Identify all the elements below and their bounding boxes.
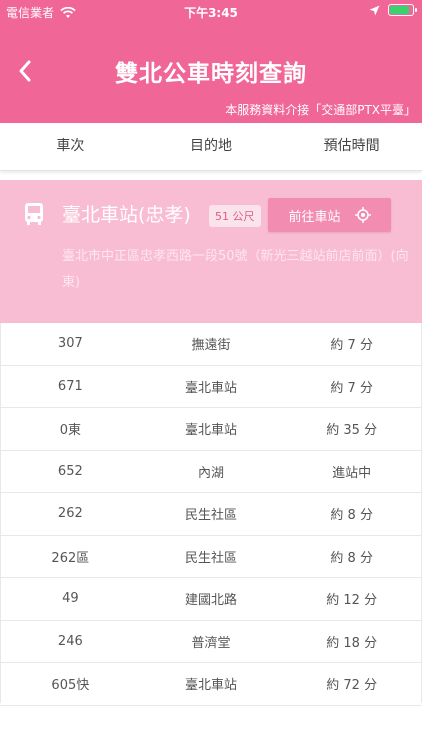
destination: 臺北車站 [185,380,238,396]
data-source-note: 本服務資料介接「交通部PTX平臺」 [225,103,416,117]
destination: 內湖 [198,465,225,481]
table-row[interactable]: 307 撫遠街 約 7 分 [0,323,422,366]
table-row[interactable]: 671 臺北車站 約 7 分 [0,366,422,408]
column-headers: 車次 目的地 預估時間 [0,123,422,171]
route-number: 49 [62,591,79,607]
arrival-list: 307 撫遠街 約 7 分 671 臺北車站 約 7 分 0東 臺北車站 約 3… [0,323,422,706]
bus-icon [25,203,43,225]
route-number: 262區 [51,550,90,566]
table-row[interactable]: 605快 臺北車站 約 72 分 [0,663,422,706]
eta: 進站中 [332,465,372,481]
destination: 臺北車站 [185,423,238,439]
column-route: 車次 [56,138,85,154]
route-number: 307 [57,336,83,352]
table-row[interactable]: 49 建國北路 約 12 分 [0,578,422,621]
battery-icon [388,4,417,16]
status-right [369,4,417,16]
route-number: 605快 [51,678,90,694]
app-header: 電信業者 下午3:45 雙北公車時刻查詢 本服務資料介接「交通部PTX平臺」 [0,0,422,123]
table-row[interactable]: 246 普濟堂 約 18 分 [0,621,422,663]
route-number: 0東 [59,423,81,439]
eta: 約 18 分 [326,635,378,651]
eta: 約 8 分 [330,550,373,566]
table-row[interactable]: 262 民生社區 約 8 分 [0,493,422,536]
route-number: 671 [57,378,83,394]
table-row[interactable]: 262區 民生社區 約 8 分 [0,536,422,578]
status-time: 下午3:45 [184,6,238,20]
destination: 建國北路 [185,593,238,609]
eta: 約 7 分 [330,380,373,396]
route-number: 262 [57,506,83,522]
eta: 約 72 分 [326,678,378,694]
locate-icon [354,207,371,223]
eta: 約 8 分 [330,508,373,524]
destination: 普濟堂 [191,635,231,651]
stop-name: 臺北車站(忠孝) [62,204,191,226]
eta: 約 12 分 [326,593,378,609]
column-eta: 預估時間 [323,138,380,154]
navigate-to-stop-button[interactable]: 前往車站 [268,198,391,232]
route-number: 652 [57,463,83,479]
destination: 臺北車站 [185,678,238,694]
page-title: 雙北公車時刻查詢 [115,61,307,87]
table-row[interactable]: 652 內湖 進站中 [0,451,422,493]
eta: 約 7 分 [330,338,373,354]
destination: 撫遠街 [191,338,231,354]
column-destination: 目的地 [190,138,232,154]
destination: 民生社區 [185,550,238,566]
destination: 民生社區 [185,508,238,524]
stop-address: 臺北市中正區忠孝西路一段50號（新光三越站前店前面）(向東) [62,249,409,290]
eta: 約 35 分 [326,423,378,439]
status-bar: 電信業者 下午3:45 [0,0,422,24]
distance-badge: 51 公尺 [209,205,261,227]
navigate-button-label: 前往車站 [288,209,341,225]
route-number: 246 [57,633,83,649]
table-row[interactable]: 0東 臺北車站 約 35 分 [0,408,422,451]
location-arrow-icon [369,5,380,15]
